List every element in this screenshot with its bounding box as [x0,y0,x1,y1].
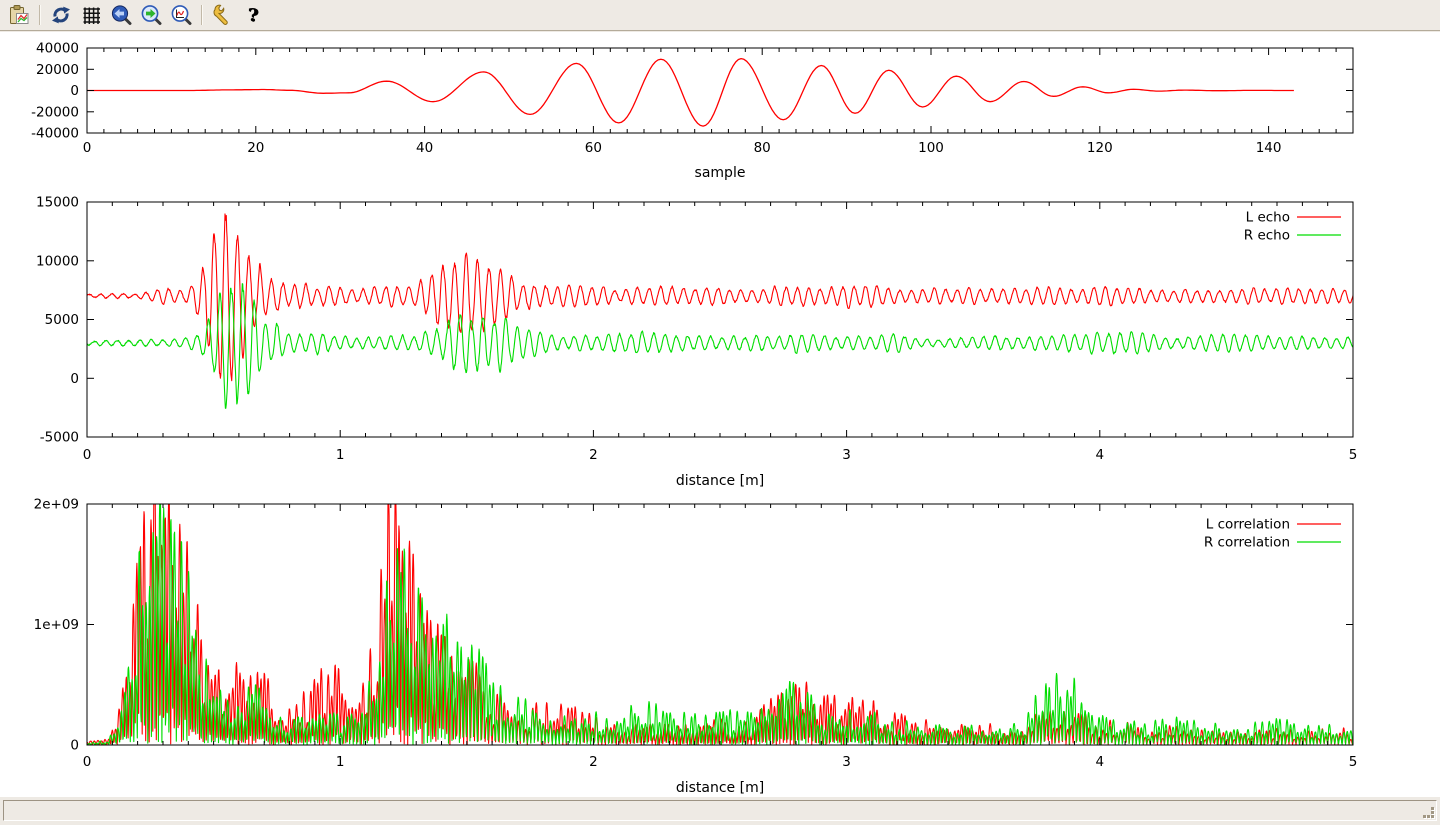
y-tick-label: 40000 [36,41,79,57]
legend-label: L echo [1246,210,1290,226]
x-tick-label: 0 [83,140,92,156]
x-tick-label: 1 [336,754,345,770]
zoom-next-icon [140,4,162,26]
y-tick-label: 0 [70,83,79,99]
x-tick-label: 0 [83,754,92,770]
toolbar-separator [39,5,41,25]
y-tick-label: 10000 [36,253,79,269]
wrench-icon [212,4,234,26]
y-tick-label: 2e+09 [34,497,79,513]
x-tick-label: 3 [842,447,851,463]
x-tick-label: 140 [1256,140,1282,156]
x-tick-label: 0 [83,447,92,463]
legend-label: R correlation [1204,535,1290,551]
x-tick-label: 5 [1349,754,1358,770]
toolbar-button-autoscale[interactable] [167,2,195,28]
toolbar-separator [201,5,203,25]
gnuplot-window: ?? 020406080100120140-40000-200000200004… [0,0,1440,825]
x-axis-label: sample [695,165,746,181]
x-tick-label: 100 [918,140,944,156]
legend-label: R echo [1244,228,1290,244]
x-axis-label: distance [m] [676,780,764,796]
y-tick-label: 5000 [45,312,79,328]
grid-icon [80,4,102,26]
x-axis-label: distance [m] [676,473,764,489]
zoom-previous-icon [110,4,132,26]
toolbar-button-toggle-grid[interactable] [77,2,105,28]
plot-canvas[interactable]: 020406080100120140-40000-200000200004000… [0,32,1440,797]
y-tick-label: -20000 [31,104,79,120]
toolbar-button-copy-to-clipboard[interactable] [5,2,33,28]
x-tick-label: 80 [754,140,771,156]
resize-grip[interactable] [1423,807,1436,820]
status-text [3,800,1437,821]
y-tick-label: -5000 [40,430,79,446]
refresh-icon [50,4,72,26]
toolbar-button-zoom-next[interactable] [137,2,165,28]
plot-canvas-area[interactable]: 020406080100120140-40000-200000200004000… [0,32,1440,797]
y-tick-label: 1e+09 [34,617,79,633]
x-tick-label: 120 [1087,140,1113,156]
toolbar-button-configure[interactable] [209,2,237,28]
resize-grip-dots [1423,807,1435,819]
zoom-fit-icon [170,4,192,26]
toolbar-button-replot[interactable] [47,2,75,28]
x-tick-label: 20 [247,140,264,156]
x-tick-label: 4 [1096,447,1105,463]
y-tick-label: 15000 [36,195,79,211]
svg-text:?: ? [248,5,259,26]
x-tick-label: 3 [842,754,851,770]
clipboard-chart-icon [8,4,30,26]
x-tick-label: 60 [585,140,602,156]
y-tick-label: -40000 [31,126,79,142]
help-icon: ?? [242,4,264,26]
toolbar: ?? [0,0,1440,31]
y-tick-label: 0 [70,738,79,754]
x-tick-label: 2 [589,754,598,770]
legend-label: L correlation [1206,517,1290,533]
x-tick-label: 40 [416,140,433,156]
status-bar [0,797,1440,825]
x-tick-label: 1 [336,447,345,463]
toolbar-button-help[interactable]: ?? [239,2,267,28]
x-tick-label: 2 [589,447,598,463]
toolbar-button-zoom-previous[interactable] [107,2,135,28]
x-tick-label: 5 [1349,447,1358,463]
y-tick-label: 20000 [36,62,79,78]
y-tick-label: 0 [70,371,79,387]
x-tick-label: 4 [1096,754,1105,770]
